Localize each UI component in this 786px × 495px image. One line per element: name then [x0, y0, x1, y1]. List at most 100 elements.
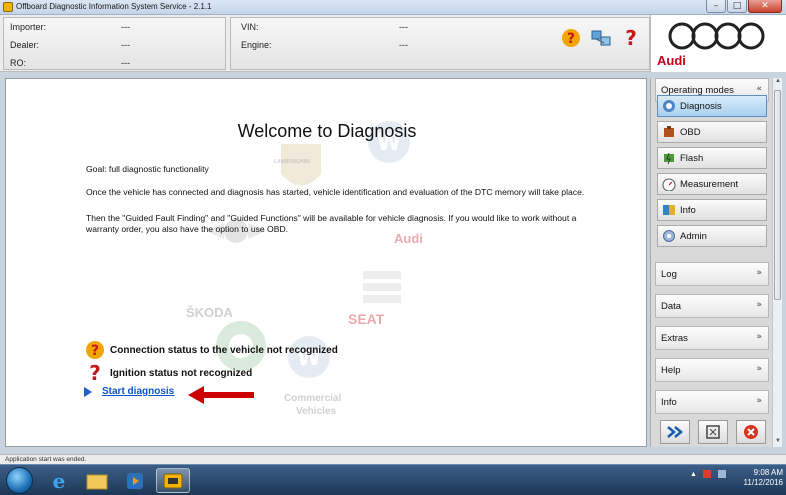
svg-text:?: ? [89, 362, 101, 384]
status-bar: Application start was ended. [0, 454, 786, 464]
taskbar-media[interactable] [118, 468, 152, 493]
maximize-button[interactable]: □ [727, 0, 747, 13]
expand-chevron-icon: » [756, 396, 762, 406]
section-extras[interactable]: Extras » [655, 326, 769, 350]
fit-window-icon [706, 425, 720, 439]
collapse-chevron-icon: « [756, 84, 762, 94]
engine-label: Engine: [241, 40, 272, 50]
connection-status-text: Connection status to the vehicle not rec… [110, 344, 338, 356]
welcome-title: Welcome to Diagnosis [237, 121, 417, 141]
book-icon [662, 203, 676, 217]
exit-x-icon [744, 425, 758, 439]
dealer-label: Dealer: [10, 40, 40, 50]
folder-icon [86, 474, 108, 489]
vehicle-header: Importer: --- Dealer: --- RO: --- VIN: -… [0, 15, 650, 72]
brand-name: Audi [657, 53, 686, 68]
sidebar-scrollbar[interactable]: ▲ ▼ [772, 78, 782, 447]
engine-icon [662, 125, 676, 139]
mode-admin[interactable]: Admin [657, 225, 767, 247]
minimize-button[interactable]: – [706, 0, 726, 13]
system-tray: ▲ [690, 469, 727, 479]
skoda-watermark-text: ŠKODA [186, 305, 233, 320]
section-help[interactable]: Help » [655, 358, 769, 382]
intro-paragraph-2: Then the "Guided Fault Finding" and "Gui… [86, 213, 577, 234]
taskbar-explorer[interactable] [80, 468, 114, 493]
start-button[interactable] [6, 467, 33, 494]
mode-obd[interactable]: OBD [657, 121, 767, 143]
clock-date: 11/12/2016 [743, 478, 783, 487]
mode-label: Diagnosis [680, 100, 722, 112]
mode-diagnosis[interactable]: Diagnosis [657, 95, 767, 117]
taskbar-odis[interactable] [156, 468, 190, 493]
mode-label: OBD [680, 126, 701, 138]
media-player-icon [127, 472, 143, 489]
svg-text:?: ? [91, 343, 99, 359]
ro-label: RO: [10, 58, 27, 68]
goal-text: Goal: full diagnostic functionality [86, 164, 209, 174]
internet-explorer-icon: e [53, 470, 66, 492]
ignition-warning-icon: ? [89, 362, 101, 384]
section-label: Help [661, 365, 681, 376]
section-log[interactable]: Log » [655, 262, 769, 286]
expand-chevron-icon: » [756, 268, 762, 278]
scroll-thumb[interactable] [774, 90, 781, 300]
help-info-icon[interactable]: ? [620, 27, 642, 49]
svg-text:?: ? [625, 27, 637, 49]
vin-label: VIN: [241, 22, 259, 32]
play-triangle-icon [84, 386, 92, 397]
section-info[interactable]: Info » [655, 390, 769, 414]
bottom-toolbar [652, 420, 770, 446]
seat-watermark-text: SEAT [348, 311, 385, 327]
svg-text:?: ? [567, 31, 575, 47]
gauge-icon [662, 177, 676, 191]
taskbar-clock[interactable]: 9:08 AM 11/12/2016 [738, 468, 783, 488]
odis-app-icon [163, 473, 183, 488]
start-diagnosis-link[interactable]: Start diagnosis [102, 386, 174, 397]
start-diagnosis-row[interactable]: Start diagnosis [84, 386, 174, 397]
dealer-info-box: Importer: --- Dealer: --- RO: --- [3, 17, 226, 70]
scroll-up-icon[interactable]: ▲ [773, 78, 783, 87]
importer-value: --- [121, 22, 130, 32]
exit-button[interactable] [736, 420, 766, 444]
section-label: Info [661, 397, 677, 408]
svg-text:e: e [53, 470, 66, 492]
close-button[interactable]: ✕ [748, 0, 782, 13]
mode-info[interactable]: Info [657, 199, 767, 221]
section-label: Data [661, 301, 682, 312]
clock-time: 9:08 AM [753, 468, 783, 477]
scroll-down-icon[interactable]: ▼ [773, 438, 783, 447]
admin-gear-icon [662, 229, 676, 243]
forward-button[interactable] [660, 420, 690, 444]
connection-status: ? Connection status to the vehicle not r… [84, 339, 338, 361]
expand-chevron-icon: » [756, 300, 762, 310]
brand-logo-panel: Audi [650, 15, 786, 72]
stethoscope-icon [662, 99, 676, 113]
network-tray-icon[interactable] [717, 469, 727, 479]
mode-label: Flash [680, 152, 704, 164]
window-title: Offboard Diagnostic Information System S… [16, 2, 212, 11]
taskbar-ie[interactable]: e [42, 468, 76, 493]
title-bar: Offboard Diagnostic Information System S… [0, 0, 786, 15]
mode-label: Measurement [680, 178, 739, 190]
engine-value: --- [399, 40, 408, 50]
mode-label: Info [680, 204, 696, 216]
network-computer-icon[interactable] [590, 27, 612, 49]
tray-up-arrow-icon[interactable]: ▲ [690, 471, 697, 478]
fit-window-button[interactable] [698, 420, 728, 444]
audi-rings-logo [668, 22, 765, 50]
red-arrow-icon [188, 386, 254, 404]
app-icon [3, 2, 13, 12]
mode-measurement[interactable]: Measurement [657, 173, 767, 195]
importer-label: Importer: [10, 22, 47, 32]
help-question-icon[interactable]: ? [560, 27, 582, 49]
section-data[interactable]: Data » [655, 294, 769, 318]
double-chevron-right-icon [667, 426, 683, 438]
seat-watermark-icon [363, 271, 401, 303]
ignition-status-text: Ignition status not recognized [110, 367, 253, 379]
flash-chip-icon [662, 151, 676, 165]
vin-value: --- [399, 22, 408, 32]
commercial-watermark-text: Commercial [284, 393, 342, 404]
mode-flash[interactable]: Flash [657, 147, 767, 169]
flag-tray-icon[interactable] [702, 469, 712, 479]
ro-value: --- [121, 58, 130, 68]
